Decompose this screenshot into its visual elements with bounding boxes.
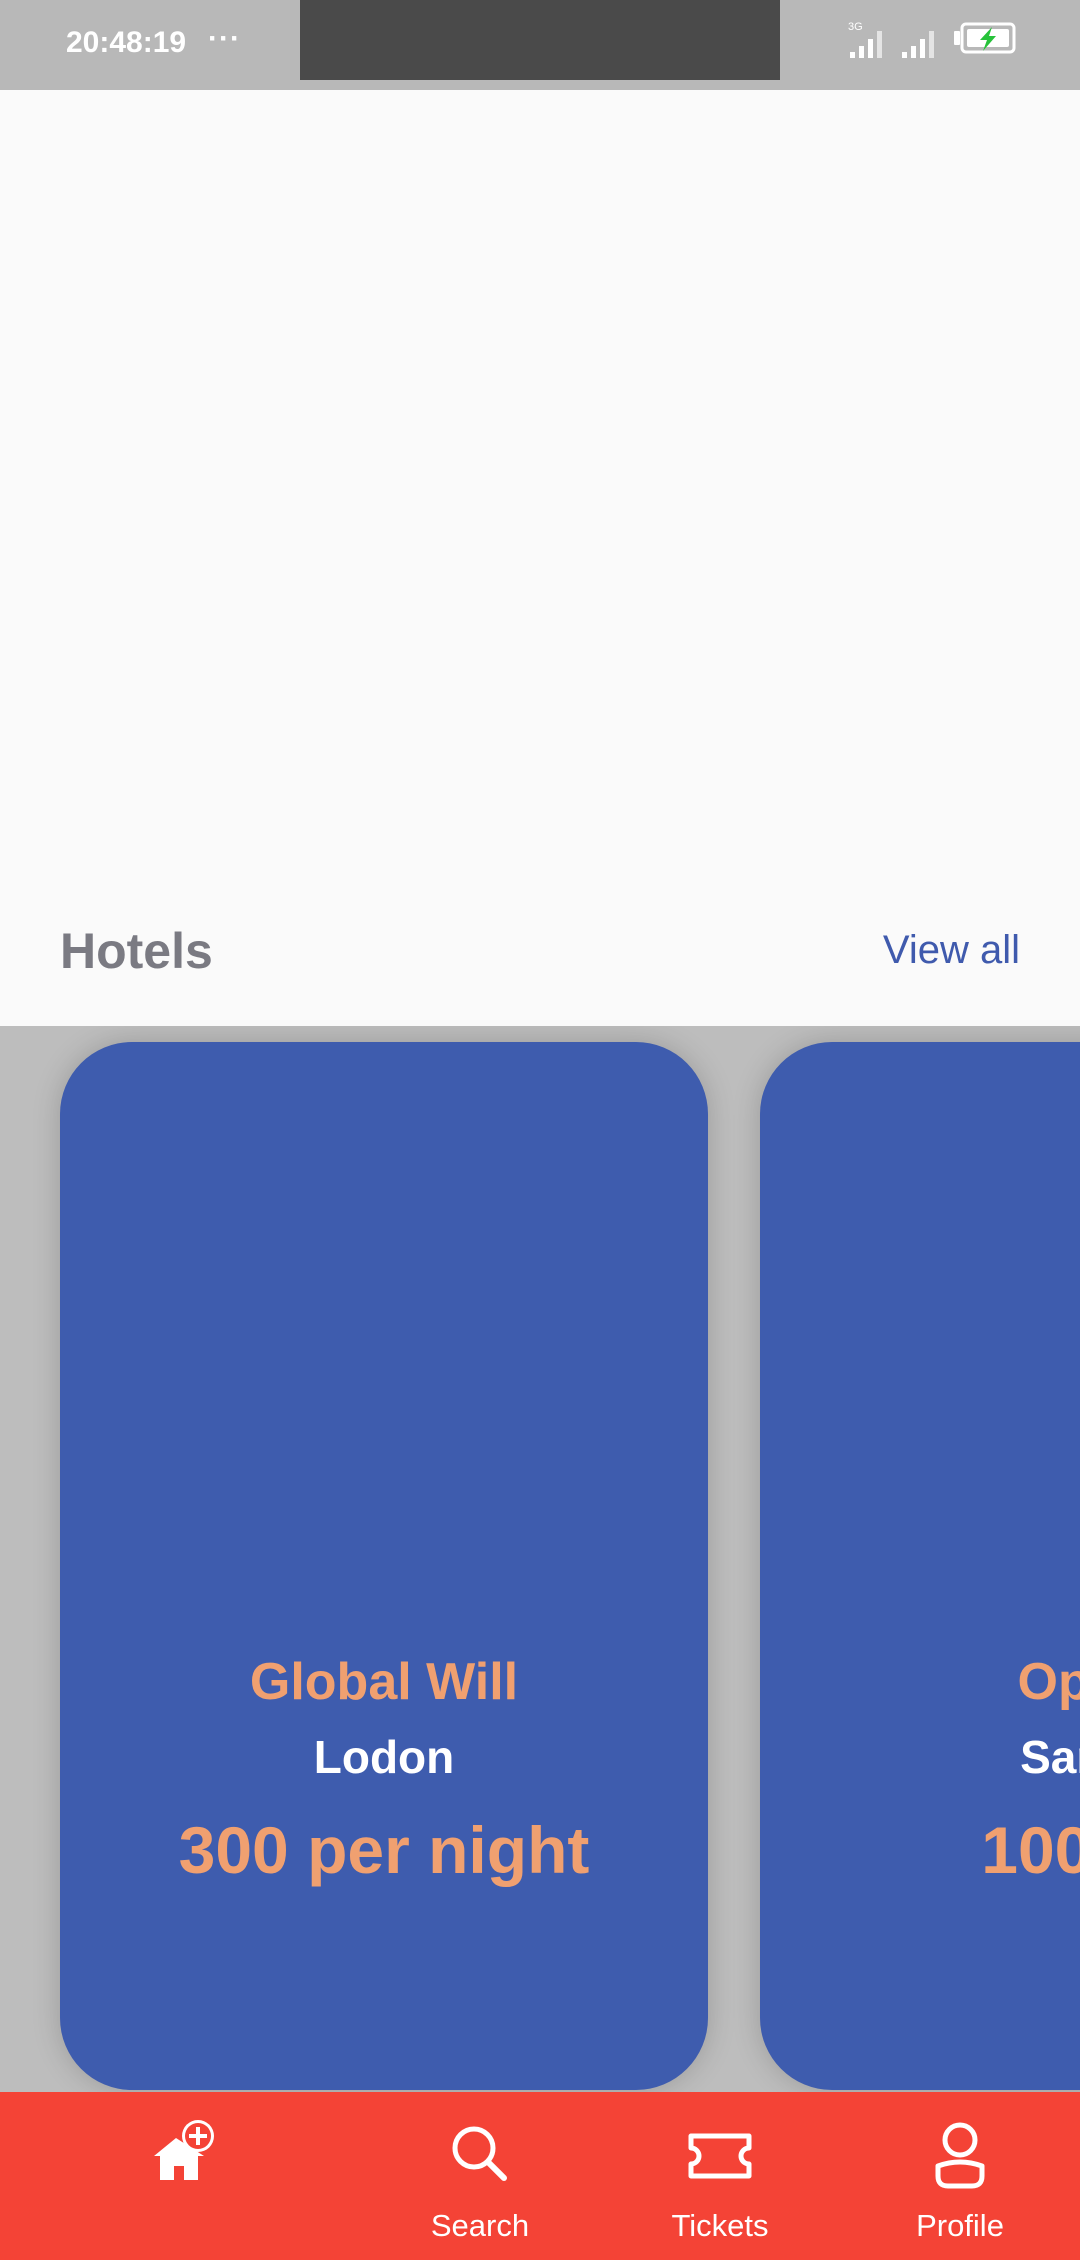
battery-charging-icon — [954, 22, 1016, 54]
hotel-price: 300 per night — [178, 1813, 590, 1887]
ticket-icon — [688, 2133, 752, 2179]
nav-label: Tickets — [671, 2208, 769, 2243]
home-add-icon — [154, 2120, 214, 2180]
nav-tickets[interactable]: Tickets — [660, 2092, 780, 2260]
bottom-nav: Search Tickets Profile — [0, 2092, 1080, 2260]
section-title: Hotels — [60, 923, 213, 979]
hotel-city: Lodon — [313, 1731, 455, 1783]
search-icon — [452, 2126, 507, 2181]
notification-dots: ··· — [208, 22, 241, 55]
hotels-section-header: Hotels View all — [0, 900, 1080, 1026]
hotel-name: Open — [1017, 1653, 1080, 1711]
hotel-name: Global Will — [249, 1653, 519, 1711]
nav-label: Profile — [916, 2208, 1004, 2243]
status-time: 20:48:19 — [66, 26, 187, 59]
nav-label: Search — [430, 2208, 530, 2243]
nav-profile[interactable]: Profile — [900, 2092, 1020, 2260]
hotel-price: 100 pe — [981, 1813, 1080, 1887]
network-label: 3G — [848, 21, 863, 33]
main-content-area — [0, 90, 1080, 1026]
camera-notch — [300, 0, 780, 80]
status-bar: 20:48:19 ··· 3G — [0, 0, 1080, 90]
hotel-city: Santo — [1020, 1731, 1080, 1783]
nav-home[interactable] — [120, 2092, 240, 2260]
hotel-card[interactable]: Global Will Lodon 300 per night — [60, 1042, 708, 2090]
hotel-card[interactable]: Open Santo 100 pe — [760, 1042, 1080, 2090]
signal-icon — [902, 31, 934, 58]
hotels-carousel[interactable]: Global Will Lodon 300 per night Open San… — [0, 1026, 1080, 2092]
signal-3g-icon: 3G — [848, 21, 882, 58]
person-icon — [935, 2122, 985, 2189]
view-all-link[interactable]: View all — [883, 928, 1020, 973]
nav-search[interactable]: Search — [420, 2092, 540, 2260]
